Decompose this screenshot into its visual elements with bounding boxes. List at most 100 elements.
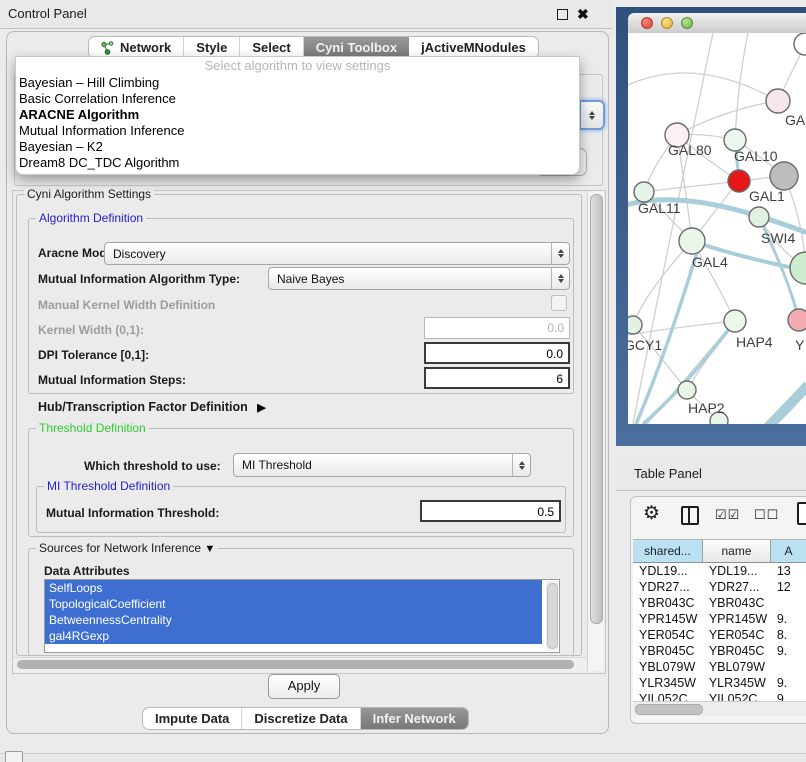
dropdown-item-bayesian-k2[interactable]: Bayesian – K2 (16, 139, 579, 155)
network-edge-thick[interactable] (750, 385, 806, 424)
dropdown-item-basic-correlation-inference[interactable]: Basic Correlation Inference (16, 91, 579, 107)
inference-algorithm-select[interactable] (579, 100, 605, 130)
table-cell: YBR043C (633, 595, 703, 611)
network-edge[interactable] (628, 73, 778, 101)
network-node[interactable] (794, 33, 806, 55)
apply-button[interactable]: Apply (268, 674, 340, 699)
mi-type-label: Mutual Information Algorithm Type: (38, 272, 240, 286)
dropdown-item-dream8-dc-tdc-algorithm[interactable]: Dream8 DC_TDC Algorithm (16, 155, 579, 171)
window-close-icon[interactable] (641, 17, 653, 29)
settings-vscroll-thumb[interactable] (590, 194, 603, 624)
algorithm-dropdown[interactable]: Select algorithm to view settings Bayesi… (15, 56, 580, 175)
float-icon[interactable] (557, 9, 568, 20)
network-graph[interactable]: GALGAL80GAL10GAL1GAL11SWI4GAL4GCY1HAP4YH… (628, 33, 806, 424)
tab-label: Style (196, 40, 227, 55)
settings-vertical-scrollbar[interactable] (587, 191, 604, 671)
attribute-item-betweennesscentrality[interactable]: BetweennessCentrality (45, 612, 542, 628)
column-header-name[interactable]: name (703, 540, 771, 562)
network-node-gal[interactable] (766, 89, 790, 113)
table-cell: YBR045C (703, 643, 771, 659)
table-row[interactable]: YIL052CYIL052C9 (633, 691, 806, 701)
table-row[interactable]: YBR043CYBR043C (633, 595, 806, 611)
attribute-item-topologicalcoefficient[interactable]: TopologicalCoefficient (45, 596, 542, 612)
table-row[interactable]: YBL079WYBL079W (633, 659, 806, 675)
tab-style[interactable]: Style (184, 37, 240, 58)
table-row[interactable]: YDL19...YDL19...13 (633, 563, 806, 579)
dropdown-item-mutual-information-inference[interactable]: Mutual Information Inference (16, 123, 579, 139)
aracne-mode-select[interactable]: Discovery (104, 242, 570, 265)
manual-kernel-checkbox (551, 295, 567, 311)
settings-hscroll-thumb[interactable] (17, 660, 574, 669)
dropdown-item-aracne-algorithm[interactable]: ARACNE Algorithm (16, 107, 579, 123)
table-hscroll-thumb[interactable] (635, 704, 703, 715)
mi-steps-label: Mutual Information Steps: (38, 373, 186, 387)
split-columns-icon[interactable] (681, 506, 699, 525)
document-icon[interactable] (797, 502, 806, 525)
mi-type-select[interactable]: Naive Bayes (268, 267, 570, 290)
tab-infer-network[interactable]: Infer Network (361, 708, 468, 729)
network-node-gal4[interactable] (679, 228, 705, 254)
network-window-titlebar[interactable] (628, 13, 806, 34)
hub-section-toggle[interactable]: Hub/Transcription Factor Definition ▶ (38, 400, 266, 414)
table-row[interactable]: YLR345WYLR345W9. (633, 675, 806, 691)
node-label-gal11: GAL11 (638, 200, 681, 216)
network-node-y[interactable] (788, 309, 806, 331)
network-node-gcy1[interactable] (628, 316, 642, 334)
sources-title: Sources for Network Inference (39, 541, 201, 555)
settings-horizontal-scrollbar[interactable] (13, 657, 586, 672)
network-node-gal1[interactable] (728, 170, 750, 192)
kernel-width-label: Kernel Width (0,1): (38, 323, 144, 337)
network-edge[interactable] (628, 321, 735, 335)
node-label-hap2: HAP2 (688, 400, 725, 416)
which-threshold-select[interactable]: MI Threshold (233, 453, 531, 477)
tab-network[interactable]: Network (89, 37, 184, 58)
network-node-hap2[interactable] (678, 381, 696, 399)
network-edge[interactable] (633, 241, 692, 325)
table-row[interactable]: YPR145WYPR145W9. (633, 611, 806, 627)
control-panel-titlebar: Control Panel ✖ (0, 0, 612, 29)
deselect-all-checkboxes-icon[interactable]: ☐☐ (754, 507, 779, 523)
table-cell: YIL052C (703, 691, 771, 701)
data-attributes-list[interactable]: SelfLoopsTopologicalCoefficientBetweenne… (44, 579, 560, 653)
table-horizontal-scrollbar[interactable] (633, 701, 806, 716)
mini-panel-button[interactable] (5, 751, 23, 762)
list-scrollbar[interactable] (546, 581, 558, 651)
window-minimize-icon[interactable] (661, 17, 673, 29)
tab-select[interactable]: Select (240, 37, 303, 58)
network-node-swi4[interactable] (749, 207, 769, 227)
network-edge[interactable] (644, 181, 739, 192)
sources-section-toggle[interactable]: Sources for Network Inference ▼ (36, 541, 218, 555)
network-node-hap4[interactable] (724, 310, 746, 332)
select-all-checkboxes-icon[interactable]: ☑☑ (715, 507, 740, 523)
network-edge[interactable] (735, 33, 748, 140)
tab-label: Impute Data (155, 711, 229, 726)
column-header-a[interactable]: A (771, 540, 806, 562)
tab-cyni-toolbox[interactable]: Cyni Toolbox (304, 37, 409, 58)
table-row[interactable]: YDR27...YDR27...12 (633, 579, 806, 595)
table-cell: YER054C (633, 627, 703, 643)
table-cell: YER054C (703, 627, 771, 643)
network-node-gal11[interactable] (634, 182, 654, 202)
attribute-item-gal4rgexp[interactable]: gal4RGexp (45, 628, 542, 644)
network-node[interactable] (770, 162, 798, 190)
gear-icon[interactable]: ⚙ (643, 502, 660, 525)
tab-jactivemnodules[interactable]: jActiveMNodules (409, 37, 538, 58)
dropdown-item-bayesian-hill-climbing[interactable]: Bayesian – Hill Climbing (16, 75, 579, 91)
dpi-tolerance-input[interactable]: 0.0 (424, 342, 570, 364)
attribute-item-selfloops[interactable]: SelfLoops (45, 580, 542, 596)
mi-threshold-input[interactable]: 0.5 (420, 500, 561, 522)
mi-steps-input[interactable]: 6 (424, 367, 570, 389)
tab-label: Infer Network (373, 711, 456, 726)
manual-kernel-label: Manual Kernel Width Definition (38, 298, 215, 312)
network-view-canvas[interactable]: GALGAL80GAL10GAL1GAL11SWI4GAL4GCY1HAP4YH… (628, 33, 806, 424)
window-zoom-icon[interactable] (681, 17, 693, 29)
network-node[interactable] (790, 252, 806, 284)
tab-impute-data[interactable]: Impute Data (143, 708, 242, 729)
table-row[interactable]: YBR045CYBR045C9. (633, 643, 806, 659)
column-header-shared[interactable]: shared... (633, 540, 703, 562)
node-label-y: Y (795, 337, 805, 353)
table-row[interactable]: YER054CYER054C8. (633, 627, 806, 643)
tab-discretize-data[interactable]: Discretize Data (242, 708, 360, 729)
list-scrollbar-thumb[interactable] (547, 583, 558, 649)
close-icon[interactable]: ✖ (577, 5, 589, 23)
